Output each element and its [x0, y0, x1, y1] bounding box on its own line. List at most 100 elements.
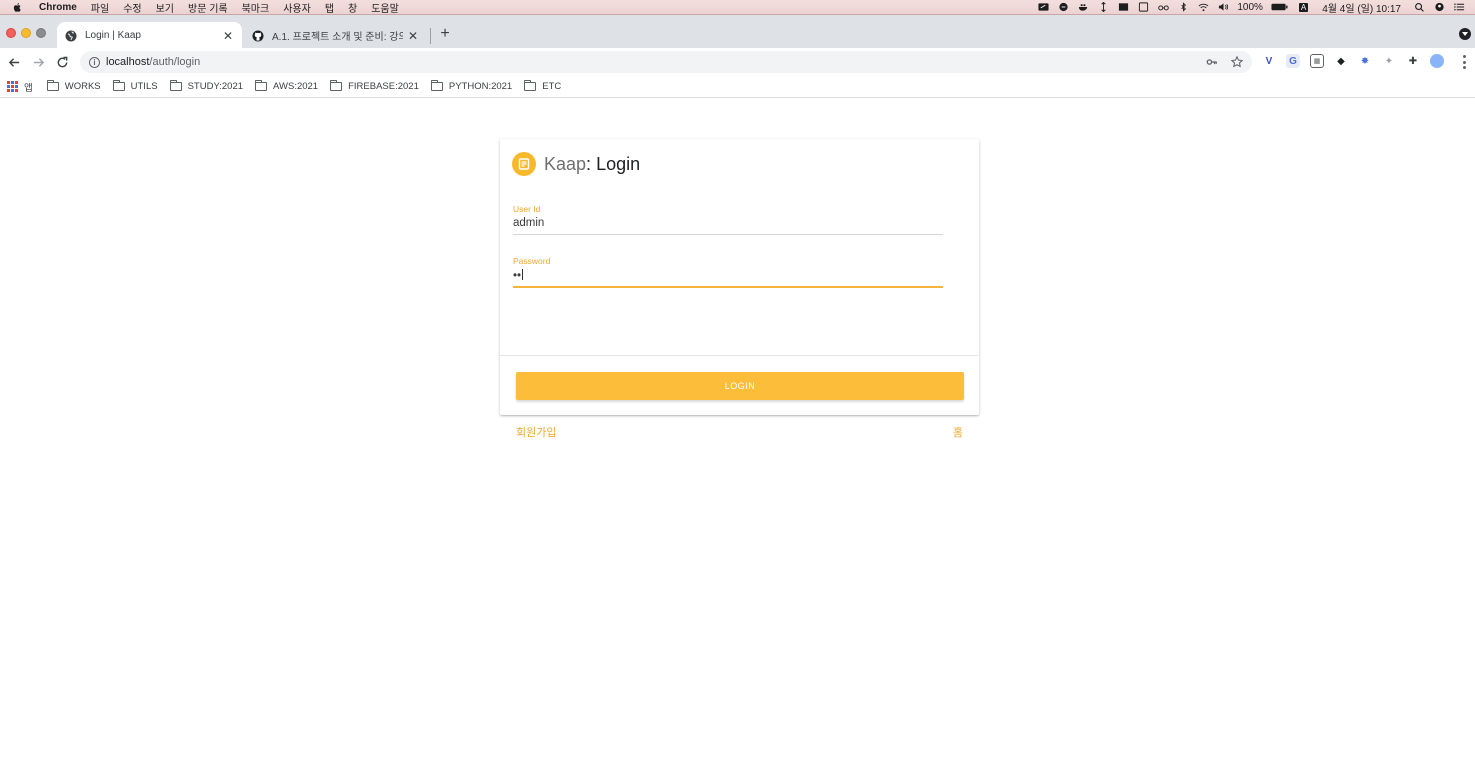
window-icon[interactable] [1137, 2, 1149, 12]
login-button[interactable]: LOGIN [516, 372, 964, 400]
bookmark-folder-works[interactable]: WORKS [46, 80, 101, 92]
password-label: Password [513, 256, 551, 266]
folder-icon [169, 80, 182, 91]
folder-icon [524, 80, 537, 91]
profile-avatar[interactable] [1430, 54, 1444, 68]
settings-gear-extension-icon[interactable]: ✸ [1358, 54, 1372, 68]
tab-search-icon[interactable] [1459, 28, 1471, 40]
github-icon [252, 30, 264, 41]
menu-app-name[interactable]: Chrome [39, 2, 77, 13]
bookmark-label: AWS:2021 [273, 81, 319, 92]
display-icon[interactable] [1117, 2, 1129, 12]
home-link[interactable]: 홈 [953, 424, 963, 440]
card-title: Kaap : Login [512, 152, 640, 176]
user-id-underline [513, 234, 943, 235]
spotlight-icon[interactable] [1413, 2, 1425, 12]
window-minimize-button[interactable] [21, 28, 31, 38]
bookmark-label: WORKS [64, 81, 101, 92]
bluetooth-icon[interactable] [1177, 2, 1189, 12]
transfer-icon[interactable] [1097, 2, 1109, 12]
key-icon[interactable] [1205, 55, 1219, 69]
back-icon[interactable] [6, 54, 22, 70]
tab-separator [430, 28, 431, 44]
menu-help[interactable]: 도움말 [371, 0, 399, 15]
bookmark-apps[interactable]: 앱 [24, 80, 33, 94]
translate-icon[interactable]: G [1286, 54, 1300, 68]
menu-bookmarks[interactable]: 북마크 [242, 0, 270, 15]
menu-tab[interactable]: 탭 [325, 0, 334, 15]
close-icon[interactable]: ✕ [222, 29, 234, 43]
folder-icon [255, 80, 268, 91]
address-bar[interactable]: i localhost /auth/login [80, 51, 1252, 73]
chrome-menu-icon[interactable] [1462, 55, 1466, 69]
url-host: localhost [106, 56, 150, 68]
tab-lecture[interactable]: A.1. 프로젝트 소개 및 준비: 강의 소개 ✕ [244, 22, 427, 49]
tab-title: A.1. 프로젝트 소개 및 준비: 강의 소개 [272, 32, 403, 43]
folder-icon [112, 80, 125, 91]
apps-grid-icon[interactable] [7, 81, 18, 92]
menu-edit[interactable]: 수정 [123, 0, 141, 15]
login-card: Kaap : Login User Id admin Password •• L… [500, 139, 979, 439]
page-content: Kaap : Login User Id admin Password •• L… [0, 99, 1475, 769]
close-icon[interactable]: ✕ [407, 29, 419, 43]
window-close-button[interactable] [6, 28, 16, 38]
bookmark-label: UTILS [130, 81, 158, 92]
clock[interactable]: 4월 4일 (일) 10:17 [1322, 0, 1401, 15]
menu-profiles[interactable]: 사용자 [283, 0, 311, 15]
menu-window[interactable]: 창 [348, 0, 357, 15]
wifi-icon[interactable] [1197, 2, 1209, 12]
sync-icon[interactable] [1057, 2, 1069, 12]
site-info-icon[interactable]: i [89, 56, 100, 68]
screen-share-icon[interactable] [1037, 2, 1049, 12]
bookmark-folder-python[interactable]: PYTHON:2021 [430, 80, 513, 92]
forward-icon[interactable] [30, 54, 46, 70]
tab-strip: Login | Kaap ✕ A.1. 프로젝트 소개 및 준비: 강의 소개 … [0, 14, 1475, 49]
bookmark-label: PYTHON:2021 [448, 81, 513, 92]
bookmark-label: ETC [542, 81, 562, 92]
menu-file[interactable]: 파일 [91, 0, 109, 15]
bookmark-folder-firebase[interactable]: FIREBASE:2021 [330, 80, 419, 92]
title-separator: : [586, 153, 592, 174]
password-field[interactable]: Password •• [513, 256, 943, 288]
battery-percent: 100% [1237, 1, 1263, 13]
menu-history[interactable]: 방문 기록 [188, 0, 228, 15]
puzzle-icon[interactable]: ✚ [1406, 54, 1420, 68]
globe-icon [65, 30, 77, 41]
user-id-input[interactable]: admin [513, 217, 943, 231]
menu-view[interactable]: 보기 [156, 0, 174, 15]
bookmark-star-icon[interactable] [1230, 55, 1244, 69]
tab-title: Login | Kaap [85, 30, 141, 41]
tab-login-kaap[interactable]: Login | Kaap ✕ [57, 22, 242, 49]
url-path: /auth/login [149, 56, 201, 68]
diamond-extension-icon[interactable]: ✦ [1382, 54, 1396, 68]
password-input[interactable]: •• [513, 269, 943, 283]
apple-icon[interactable] [12, 2, 23, 13]
extension-badge-icon[interactable]: ◆ [1334, 54, 1348, 68]
kaap-logo-icon [512, 152, 536, 176]
window-zoom-button[interactable] [36, 28, 46, 38]
input-source-indicator[interactable]: A [1298, 2, 1309, 12]
bookmark-folder-aws[interactable]: AWS:2021 [255, 80, 319, 92]
folder-icon [46, 80, 59, 91]
browser-toolbar: i localhost /auth/login V G ▦ ◆ ✸ ✦ ✚ [0, 48, 1475, 76]
bookmark-folder-etc[interactable]: ETC [524, 80, 562, 92]
user-switch-icon[interactable] [1433, 2, 1445, 12]
docker-icon[interactable] [1077, 2, 1089, 12]
folder-icon [430, 80, 443, 91]
text-caret [522, 269, 524, 280]
bookmark-folder-study[interactable]: STUDY:2021 [169, 80, 243, 92]
glasses-icon[interactable] [1157, 2, 1169, 12]
vue-devtools-icon[interactable]: V [1262, 54, 1276, 68]
user-id-field[interactable]: User Id admin [513, 204, 943, 235]
page-title: Login [596, 153, 641, 174]
new-tab-button[interactable]: + [437, 26, 453, 42]
bookmark-folder-utils[interactable]: UTILS [112, 80, 158, 92]
signup-link[interactable]: 회원가입 [516, 424, 556, 440]
qr-code-icon[interactable]: ▦ [1310, 54, 1324, 68]
folder-icon [330, 80, 343, 91]
battery-icon[interactable] [1271, 2, 1289, 12]
volume-icon[interactable] [1217, 2, 1229, 12]
notification-center-icon[interactable] [1453, 2, 1465, 12]
reload-icon[interactable] [54, 54, 70, 70]
brand-name: Kaap [544, 153, 587, 174]
